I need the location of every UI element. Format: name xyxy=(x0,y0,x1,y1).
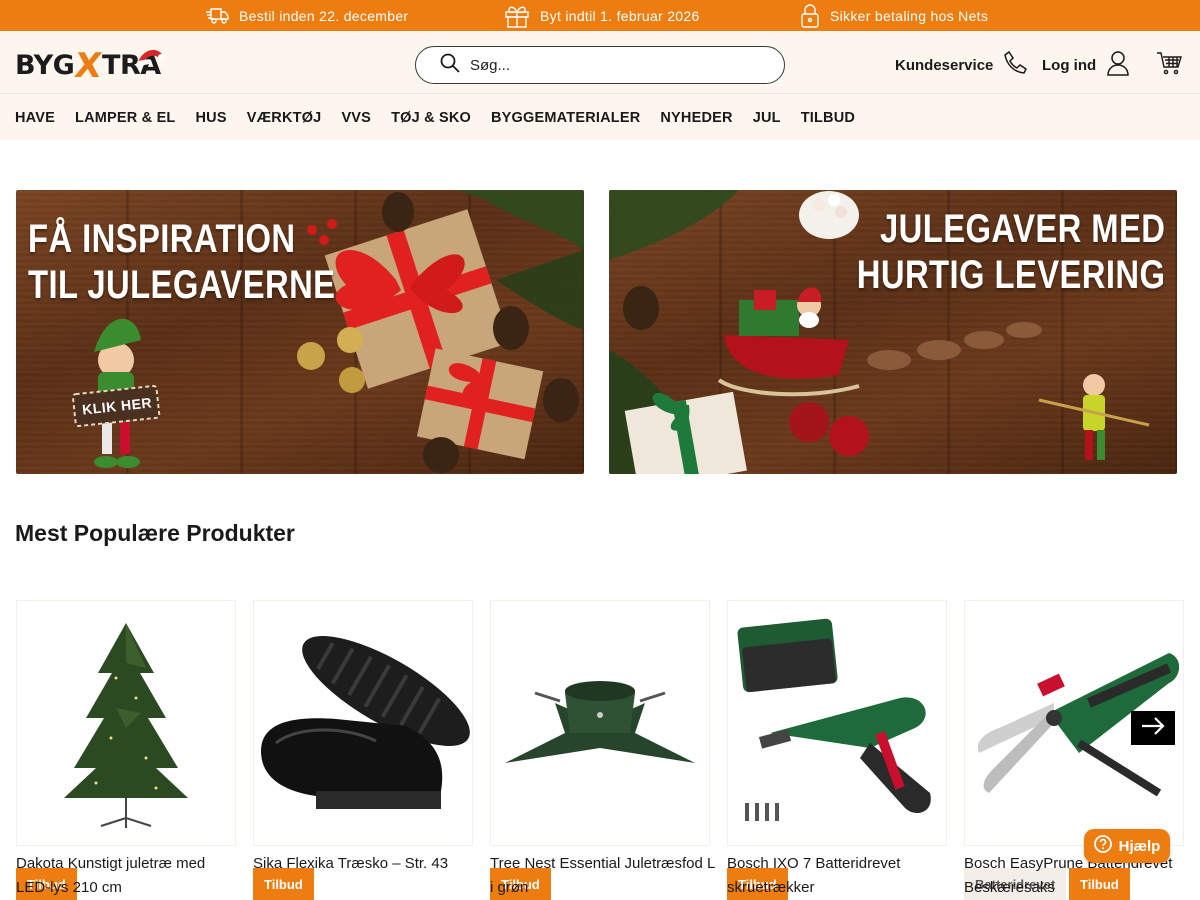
search-box[interactable] xyxy=(415,46,785,84)
product-image[interactable] xyxy=(16,600,236,846)
banner-1-title-line-1: FÅ INSPIRATION xyxy=(28,217,296,261)
product-image[interactable] xyxy=(490,600,710,846)
banner-2-title-line-2: HURTIG LEVERING xyxy=(856,253,1165,297)
login-label: Log ind xyxy=(1042,56,1097,74)
site-header: BYG X TRA Kundeservice Log ind xyxy=(0,31,1200,94)
search-input[interactable] xyxy=(470,56,760,74)
logo-text-x: X xyxy=(72,46,104,86)
promo-text-payment: Sikker betaling hos Nets xyxy=(830,7,989,24)
promo-bar: Bestil inden 22. december Byt indtil 1. … xyxy=(0,0,1200,31)
promo-text-delivery: Bestil inden 22. december xyxy=(239,7,409,24)
lock-icon xyxy=(800,3,820,28)
nav-item-jul[interactable]: JUL xyxy=(753,110,781,126)
clog-shoes-image xyxy=(260,635,470,809)
site-logo[interactable]: BYG X TRA xyxy=(15,45,164,86)
shopping-cart-icon xyxy=(1156,51,1182,79)
product-card[interactable]: Tilbud Dakota Kunstigt juletræ med LED-l… xyxy=(16,600,236,900)
tree-stand-image xyxy=(505,681,695,763)
bosch-screwdriver-image xyxy=(737,618,931,821)
logo-text-byg: BYG xyxy=(15,50,75,81)
nav-item-toej-sko[interactable]: TØJ & SKO xyxy=(391,110,471,126)
question-circle-icon xyxy=(1093,835,1112,857)
santa-hat-icon xyxy=(135,44,165,75)
banner-2-title-line-1: JULEGAVER MED xyxy=(879,207,1165,251)
promo-item-exchange: Byt indtil 1. februar 2026 xyxy=(504,0,700,31)
user-icon xyxy=(1106,50,1130,80)
search-icon[interactable] xyxy=(440,53,460,78)
arrow-right-icon xyxy=(1140,716,1166,741)
product-name[interactable]: Sika Flexika Træsko – Str. 43 xyxy=(253,852,478,876)
nav-item-lamper-el[interactable]: LAMPER & EL xyxy=(75,110,175,126)
nav-item-have[interactable]: HAVE xyxy=(15,110,55,126)
gift-icon xyxy=(504,4,530,28)
product-name[interactable]: Dakota Kunstigt juletræ med LED-lys 210 … xyxy=(16,852,241,900)
product-name[interactable]: Tree Nest Essential Juletræsfod L i grøn xyxy=(490,852,715,900)
product-card[interactable]: Tilbud Sika Flexika Træsko – Str. 43 xyxy=(253,600,473,900)
help-label: Hjælp xyxy=(1118,837,1161,855)
banner-1-title-line-2: TIL JULEGAVERNE xyxy=(28,263,336,307)
nav-item-vvs[interactable]: VVS xyxy=(341,110,371,126)
login-link[interactable]: Log ind xyxy=(1042,50,1130,80)
section-title-popular: Mest Populære Produkter xyxy=(15,520,295,546)
nav-item-byggematerialer[interactable]: BYGGEMATERIALER xyxy=(491,110,640,126)
christmas-tree-image xyxy=(64,623,188,828)
banner-2-title: JULEGAVER MED HURTIG LEVERING xyxy=(856,206,1165,298)
phone-icon xyxy=(1003,50,1029,80)
promo-item-payment: Sikker betaling hos Nets xyxy=(800,0,988,31)
customer-service-link[interactable]: Kundeservice xyxy=(895,50,1029,80)
main-nav: HAVE LAMPER & EL HUS VÆRKTØJ VVS TØJ & S… xyxy=(0,95,1200,140)
customer-service-label: Kundeservice xyxy=(895,56,994,74)
cart-button[interactable] xyxy=(1156,51,1182,79)
product-name[interactable]: Bosch IXO 7 Batteridrevet skruetrækker xyxy=(727,852,952,900)
product-image[interactable] xyxy=(727,600,947,846)
delivery-truck-icon xyxy=(205,7,229,25)
banner-1-title: FÅ INSPIRATION TIL JULEGAVERNE xyxy=(28,216,335,308)
banner-gift-inspiration[interactable]: FÅ INSPIRATION TIL JULEGAVERNE KLIK HER xyxy=(16,190,584,474)
product-image[interactable] xyxy=(253,600,473,846)
nav-item-tilbud[interactable]: TILBUD xyxy=(801,110,855,126)
banner-fast-delivery[interactable]: JULEGAVER MED HURTIG LEVERING xyxy=(609,190,1177,474)
nav-item-nyheder[interactable]: NYHEDER xyxy=(660,110,732,126)
nav-item-vaerktoej[interactable]: VÆRKTØJ xyxy=(247,110,322,126)
promo-text-exchange: Byt indtil 1. februar 2026 xyxy=(540,7,700,24)
carousel-next-button[interactable] xyxy=(1131,711,1175,745)
product-card[interactable]: Tilbud Tree Nest Essential Juletræsfod L… xyxy=(490,600,715,900)
product-card[interactable]: Tilbud Bosch IXO 7 Batteridrevet skruetr… xyxy=(727,600,947,900)
promo-item-delivery: Bestil inden 22. december xyxy=(205,0,408,31)
nav-item-hus[interactable]: HUS xyxy=(196,110,227,126)
help-button[interactable]: Hjælp xyxy=(1084,829,1170,863)
